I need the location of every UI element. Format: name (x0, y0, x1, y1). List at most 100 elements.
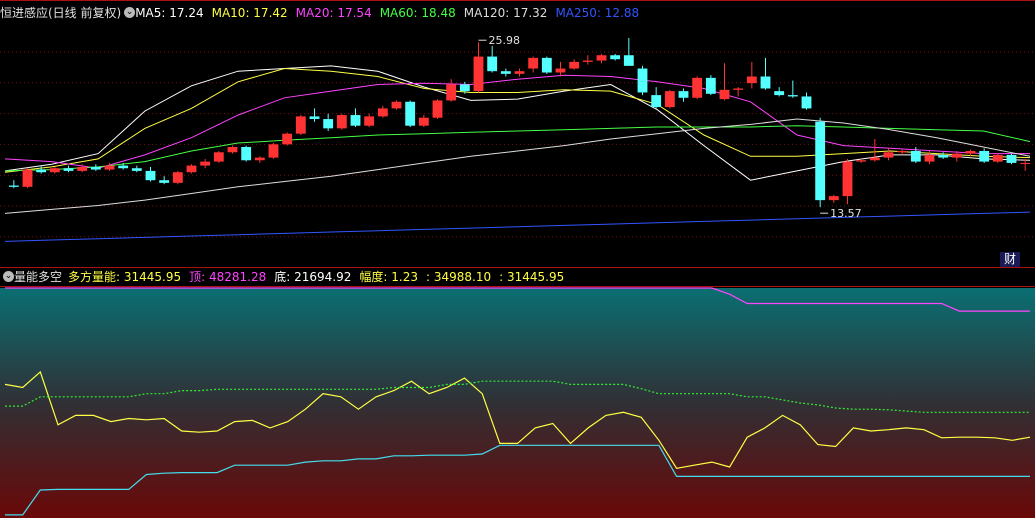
candle-body (555, 68, 566, 73)
candle-body (432, 100, 443, 118)
candle-body (145, 170, 156, 181)
candle-body (1006, 154, 1017, 163)
candle-body (541, 57, 552, 73)
candle-body (869, 157, 880, 161)
candle-body (664, 91, 675, 108)
candle-body (774, 91, 785, 96)
high-price-label: 25.98 (489, 34, 521, 47)
candle-body (323, 119, 334, 129)
candle-body (487, 56, 498, 72)
indicator-title: 量能多空 (14, 270, 63, 284)
candle-body (446, 84, 457, 101)
candle-body (309, 116, 320, 120)
candle-body (350, 115, 361, 126)
candle-body (227, 146, 238, 153)
stock-chart-window: 25.98 13.57 恒进感应(日线 前复权) ⌄ MA5: 17.24 MA10: … (0, 0, 1035, 518)
candle-body (36, 169, 47, 173)
ma-legend-item-3: MA60: 18.48 (379, 6, 456, 20)
candle-body (883, 152, 894, 158)
candle-body (569, 61, 580, 69)
candle-body (760, 76, 771, 89)
candle-body (336, 115, 347, 129)
chart-canvas[interactable]: 25.98 13.57 (0, 0, 1035, 518)
candle-body (992, 154, 1003, 162)
candle-body (733, 88, 744, 90)
finance-badge[interactable]: 财 (1000, 252, 1020, 267)
candle-body (418, 117, 429, 126)
candle-body (951, 153, 962, 158)
indicator-legend-item-0: 多方量能: 31445.95 (68, 270, 182, 284)
candle-body (90, 166, 101, 170)
chart-title: 恒进感应(日线 前复权) (0, 6, 122, 20)
candle-body (49, 168, 60, 173)
candle-body (910, 150, 921, 162)
candle-body (801, 96, 812, 109)
candle-body (842, 161, 853, 197)
candle-body (815, 121, 826, 201)
candle-body (1020, 162, 1031, 164)
ma-legend-item-2: MA20: 17.54 (295, 6, 372, 20)
candle-body (377, 108, 388, 117)
candle-body (924, 154, 935, 162)
candle-body (582, 60, 593, 62)
candle-body (241, 146, 252, 161)
ma-line-ma20 (4, 74, 1030, 169)
candle-body (979, 150, 990, 162)
chevron-down-icon[interactable]: ⌄ (124, 7, 136, 18)
candle-body (295, 116, 306, 134)
ma-legend-item-0: MA5: 17.24 (135, 6, 204, 20)
candle-body (200, 161, 211, 166)
candle-body (22, 169, 33, 187)
candle-body (514, 71, 525, 74)
candle-body (965, 150, 976, 154)
candle-body (63, 168, 74, 171)
candle-body (282, 133, 293, 145)
ma-legend: MA5: 17.24 MA10: 17.42 MA20: 17.54 MA60: 18… (135, 6, 647, 20)
candle-body (118, 165, 129, 169)
candle-body (268, 144, 279, 158)
candle-body (213, 152, 224, 162)
ma-line-ma120 (4, 118, 1031, 214)
candle-body (254, 157, 265, 161)
indicator-legend-item-2: 底: 21694.92 (274, 270, 352, 284)
candle-body (637, 68, 648, 93)
ma-legend-item-4: MA120: 17.32 (463, 6, 548, 20)
candle-body (391, 101, 402, 109)
candle-body (159, 180, 170, 183)
candle-body (938, 154, 949, 158)
candle-body (623, 55, 634, 66)
low-price-label: 13.57 (830, 207, 862, 220)
indicator-legend-item-3: 幅度: 1.23 (359, 270, 418, 284)
candle-body (473, 56, 484, 92)
ma-legend-item-5: MA250: 12.88 (555, 6, 640, 20)
bottom-header: ⌄ 量能多空 多方量能: 31445.95 顶: 48281.28 底: 21694.9… (0, 268, 572, 286)
indicator-background (0, 288, 1035, 518)
candle-body (610, 55, 621, 60)
candle-body (364, 116, 375, 126)
candle-body (596, 55, 607, 61)
indicator-legend-item-5: : 31445.95 (499, 270, 565, 284)
ma-line-ma60 (4, 125, 1031, 172)
candle-body (692, 77, 703, 98)
candle-body (8, 185, 19, 187)
candle-body (131, 168, 142, 171)
candle-body (856, 160, 867, 162)
candle-body (459, 84, 470, 92)
candle-body (77, 166, 88, 171)
candle-body (746, 76, 757, 84)
candle-body (651, 95, 662, 108)
candle-body (828, 196, 839, 201)
chevron-down-icon[interactable]: ⌄ (3, 271, 14, 282)
candle-body (787, 95, 798, 97)
candle-body (186, 165, 197, 173)
candle-body (528, 57, 539, 69)
candle-body (705, 77, 716, 94)
candle-body (500, 71, 511, 74)
candle-body (719, 89, 730, 100)
top-header: 恒进感应(日线 前复权) ⌄ MA5: 17.24 MA10: 17.42 MA20: … (0, 4, 647, 22)
ma-legend-item-1: MA10: 17.42 (211, 6, 288, 20)
candle-body (678, 91, 689, 98)
indicator-legend: 多方量能: 31445.95 顶: 48281.28 底: 21694.92 幅度: … (68, 270, 572, 284)
candle-body (172, 172, 183, 183)
indicator-legend-item-4: : 34988.10 (425, 270, 492, 284)
